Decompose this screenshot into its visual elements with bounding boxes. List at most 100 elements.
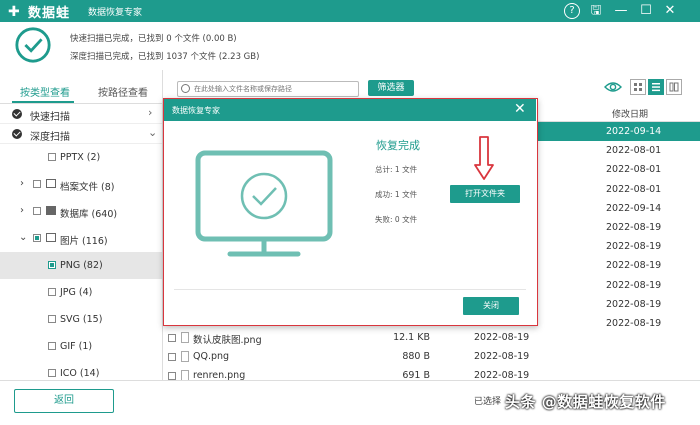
tree-item-label: ICO (14) <box>60 368 100 379</box>
date-cell: 2022-09-14 <box>606 126 662 137</box>
back-button[interactable]: 返回 <box>14 389 114 413</box>
quick-scan-status: 快速扫描已完成，已找到 0 个文件 (0.00 B) <box>70 34 237 44</box>
tree-item-svg[interactable]: SVG (15) <box>0 306 162 333</box>
expand-arrow-icon[interactable]: › <box>20 178 24 189</box>
app-logo: ✚ 数据蛙 <box>8 2 71 22</box>
dialog-close-button[interactable]: 关闭 <box>463 297 519 315</box>
check-icon <box>12 129 22 139</box>
eye-icon[interactable] <box>604 80 622 94</box>
search-input[interactable] <box>194 83 354 95</box>
tree-item-label: GIF (1) <box>60 341 93 352</box>
app-subtitle: 数据恢复专家 <box>88 8 143 18</box>
quick-scan-row[interactable]: 快速扫描 › <box>0 104 162 124</box>
tree-item-label: PNG (82) <box>60 260 103 271</box>
tree-item-label: 档案文件 (8) <box>60 182 115 193</box>
date-cell: 2022-08-19 <box>606 298 662 310</box>
expand-arrow-icon[interactable]: › <box>20 205 24 216</box>
dialog-heading: 恢复完成 <box>376 139 420 152</box>
tree-item-gif[interactable]: GIF (1) <box>0 333 162 360</box>
table-row[interactable]: 数认皮肤图.png 12.1 KB 2022-08-19 <box>163 329 700 348</box>
deep-scan-label: 深度扫描 <box>30 132 70 143</box>
tree-item-label: 图片 (116) <box>60 236 108 247</box>
fail-count: 失败: 0 文件 <box>375 215 418 224</box>
file-name: QQ.png <box>193 351 230 362</box>
file-icon <box>181 351 189 362</box>
active-tab-indicator <box>12 101 74 103</box>
tree-item-label: 数据库 (640) <box>60 209 118 220</box>
date-cell: 2022-08-01 <box>606 164 662 176</box>
deep-scan-status: 深度扫描已完成，已找到 1037 个文件 (2.23 GB) <box>70 52 260 62</box>
detail-view-icon[interactable] <box>666 79 682 95</box>
tree-item-archives[interactable]: › 档案文件 (8) <box>0 171 162 198</box>
total-count: 总计: 1 文件 <box>375 165 418 174</box>
red-arrow-icon <box>474 136 494 180</box>
file-size: 880 B <box>402 351 430 362</box>
tree-item-label: PPTX (2) <box>60 152 101 163</box>
tree-item-png[interactable]: PNG (82) <box>0 252 162 279</box>
scan-status-header: 快速扫描已完成，已找到 0 个文件 (0.00 B) 深度扫描已完成，已找到 1… <box>0 22 700 70</box>
file-date: 2022-08-19 <box>474 332 530 343</box>
checkbox[interactable] <box>48 153 56 161</box>
bottom-bar: 返回 已选择 头条 @数据蛙恢复软件 <box>0 380 700 425</box>
app-logo-icon: ✚ <box>8 3 20 20</box>
tree-item-pptx[interactable]: PPTX (2) <box>0 144 162 171</box>
dialog-divider <box>174 289 526 290</box>
grid-view-icon[interactable] <box>630 79 646 95</box>
search-icon <box>181 84 190 93</box>
dialog-close-icon[interactable]: ✕ <box>514 101 526 117</box>
help-icon[interactable]: ? <box>564 3 580 19</box>
check-icon <box>12 109 22 119</box>
image-icon <box>46 233 56 242</box>
tree-item-label: SVG (15) <box>60 314 103 325</box>
list-view-icon[interactable] <box>648 79 664 95</box>
date-cell: 2022-08-19 <box>606 241 662 253</box>
tab-by-path[interactable]: 按路径查看 <box>98 84 148 99</box>
checkbox[interactable] <box>48 261 56 269</box>
file-size: 12.1 KB <box>393 332 430 343</box>
archive-icon <box>46 179 56 188</box>
table-row[interactable]: QQ.png 880 B 2022-08-19 <box>163 348 700 367</box>
checkbox[interactable] <box>168 334 176 342</box>
filter-button[interactable]: 筛选器 <box>368 80 414 96</box>
maximize-icon[interactable]: ☐ <box>638 3 654 19</box>
quick-scan-label: 快速扫描 <box>30 112 70 123</box>
column-modified-date[interactable]: 修改日期 <box>612 107 648 120</box>
dialog-title-bar: 数据恢复专家 ✕ <box>164 99 536 121</box>
checkbox[interactable] <box>33 180 41 188</box>
tab-by-type[interactable]: 按类型查看 <box>20 84 70 99</box>
checkbox[interactable] <box>33 207 41 215</box>
close-icon[interactable]: ✕ <box>662 3 678 19</box>
selected-info: 已选择 <box>474 397 502 407</box>
watermark: 头条 @数据蛙恢复软件 <box>505 393 666 411</box>
date-cell: 2022-08-19 <box>606 279 662 291</box>
database-icon <box>46 206 56 215</box>
file-name: 数认皮肤图.png <box>193 335 262 346</box>
file-icon <box>181 332 189 343</box>
collapse-arrow-icon[interactable]: ⌄ <box>19 232 27 243</box>
monitor-check-illustration <box>195 150 333 257</box>
scan-complete-icon <box>15 27 51 63</box>
tree-item-jpg[interactable]: JPG (4) <box>0 279 162 306</box>
save-icon[interactable]: 🖫 <box>588 3 604 19</box>
checkbox[interactable] <box>168 372 176 380</box>
date-cell: 2022-08-19 <box>606 318 662 329</box>
title-bar: ✚ 数据蛙 数据恢复专家 ? 🖫 — ☐ ✕ <box>0 0 700 22</box>
checkbox[interactable] <box>48 315 56 323</box>
deep-scan-row[interactable]: 深度扫描 ⌄ <box>0 124 162 144</box>
tree-item-images[interactable]: ⌄ 图片 (116) <box>0 225 162 252</box>
recovery-complete-dialog: 数据恢复专家 ✕ 恢复完成 总计: 1 文件 成功: 1 文件 失败: 0 文件… <box>163 98 538 326</box>
date-cell: 2022-08-19 <box>606 260 662 272</box>
chevron-right-icon[interactable]: › <box>148 106 152 119</box>
checkbox[interactable] <box>48 342 56 350</box>
chevron-down-icon[interactable]: ⌄ <box>148 126 157 139</box>
tree-item-database[interactable]: › 数据库 (640) <box>0 198 162 225</box>
app-name: 数据蛙 <box>28 6 71 21</box>
date-cell: 2022-09-14 <box>606 202 662 214</box>
checkbox[interactable] <box>48 288 56 296</box>
checkbox[interactable] <box>33 234 41 242</box>
open-folder-button[interactable]: 打开文件夹 <box>450 185 520 203</box>
checkbox[interactable] <box>48 369 56 377</box>
date-cell: 2022-08-01 <box>606 145 662 157</box>
minimize-icon[interactable]: — <box>613 3 629 19</box>
checkbox[interactable] <box>168 353 176 361</box>
